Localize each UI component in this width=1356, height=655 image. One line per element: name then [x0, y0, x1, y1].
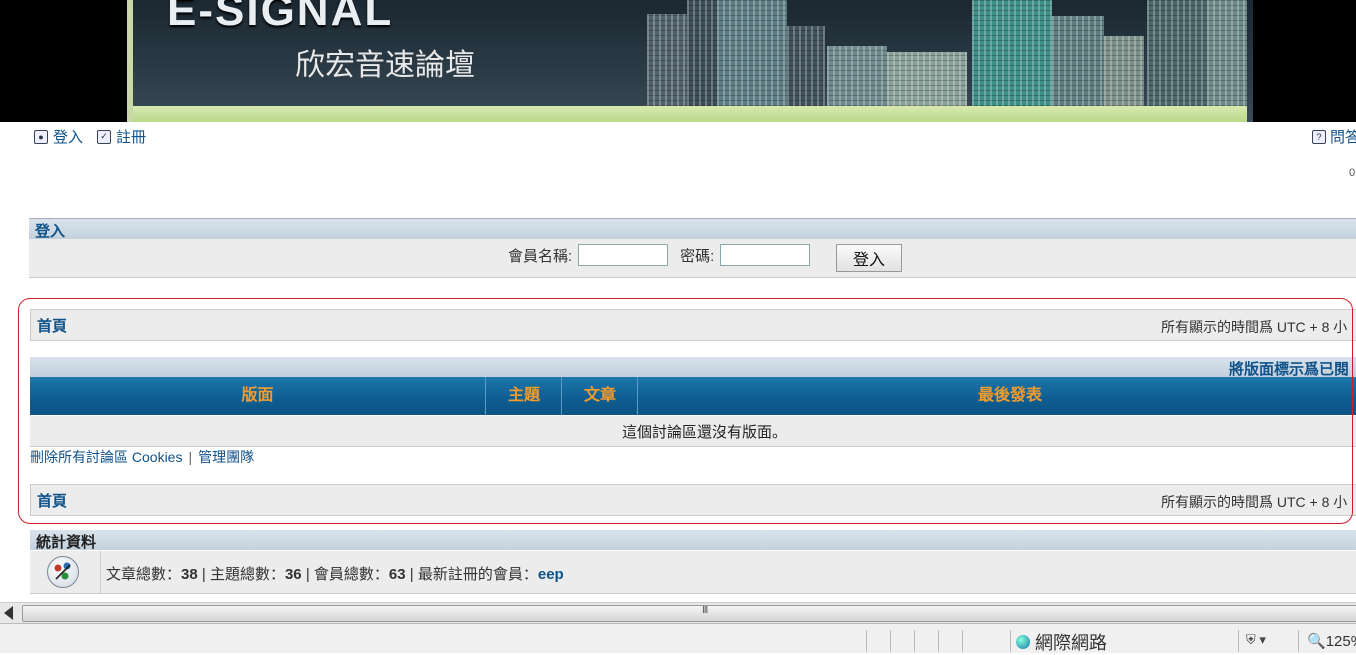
- top-nav: ● 登入 ✓ 註冊: [34, 126, 146, 147]
- faq-link-label: 問答: [1330, 129, 1356, 146]
- posts-label: 文章總數：: [106, 566, 182, 583]
- protected-mode-button[interactable]: ⛨ ▾: [1246, 632, 1266, 648]
- login-panel-title: 登入: [35, 223, 66, 240]
- members-count: 63: [388, 566, 406, 583]
- login-link[interactable]: ● 登入: [34, 126, 83, 147]
- stats-panel: 文章總數：38 | 主題總數：36 | 會員總數：63 | 最新註冊的會員：ee…: [30, 551, 1356, 594]
- username-input[interactable]: [578, 244, 669, 266]
- zoom-level: 125%: [1325, 633, 1356, 650]
- stats-title: 統計資料: [36, 534, 97, 551]
- clipped-text: 0: [1349, 167, 1356, 179]
- zone-label: 網際網路: [1035, 633, 1107, 653]
- site-banner: E-SIGNAL 欣宏音速論壇: [0, 0, 1356, 122]
- checkbox-icon: ✓: [97, 129, 112, 144]
- stats-header: 統計資料: [30, 530, 1356, 551]
- login-panel-header: 登入: [29, 218, 1356, 240]
- scroll-left-arrow-icon[interactable]: [4, 606, 13, 620]
- scrollbar-thumb[interactable]: [22, 605, 1356, 622]
- banner-stripe: [133, 106, 1247, 122]
- magnifier-icon: 🔍: [1307, 633, 1326, 650]
- faq-link[interactable]: ? 問答: [1312, 126, 1356, 147]
- topics-label: 主題總數：: [209, 566, 285, 583]
- stats-sep: |: [305, 566, 310, 583]
- username-label: 會員名稱:: [508, 247, 573, 265]
- question-icon: ?: [1312, 129, 1326, 144]
- register-link-label: 註冊: [116, 129, 147, 146]
- stats-sep: |: [201, 566, 206, 583]
- site-name: 欣宏音速論壇: [295, 48, 475, 83]
- login-button[interactable]: 登入: [836, 244, 902, 272]
- shield-icon: ⛨: [1246, 632, 1256, 647]
- register-link[interactable]: ✓ 註冊: [97, 126, 146, 147]
- stats-sep: |: [409, 566, 414, 583]
- login-icon: ●: [34, 129, 48, 144]
- banner-image: E-SIGNAL 欣宏音速論壇: [127, 0, 1253, 122]
- stats-summary: 文章總數：38 | 主題總數：36 | 會員總數：63 | 最新註冊的會員：ee…: [106, 563, 564, 584]
- newest-member-label: 最新註冊的會員：: [417, 566, 538, 583]
- password-input[interactable]: [720, 244, 811, 266]
- scrollbar-grip: III: [702, 605, 708, 616]
- members-label: 會員總數：: [313, 566, 389, 583]
- password-label: 密碼:: [680, 247, 715, 265]
- highlight-annotation: [18, 298, 1353, 524]
- browser-status-bar: 網際網路 ⛨ ▾ 🔍125%: [0, 623, 1356, 653]
- statistics-icon: [47, 556, 79, 588]
- posts-count: 38: [181, 566, 198, 583]
- zoom-control[interactable]: 🔍125%: [1307, 632, 1356, 650]
- newest-member-link[interactable]: eep: [538, 566, 564, 583]
- security-zone: 網際網路: [1016, 629, 1107, 655]
- site-logo: E-SIGNAL: [167, 0, 394, 35]
- globe-icon: [1016, 635, 1030, 649]
- login-form: 會員名稱: 密碼:: [508, 244, 822, 266]
- login-link-label: 登入: [53, 129, 84, 146]
- horizontal-scrollbar[interactable]: III: [0, 602, 1356, 623]
- topics-count: 36: [284, 566, 302, 583]
